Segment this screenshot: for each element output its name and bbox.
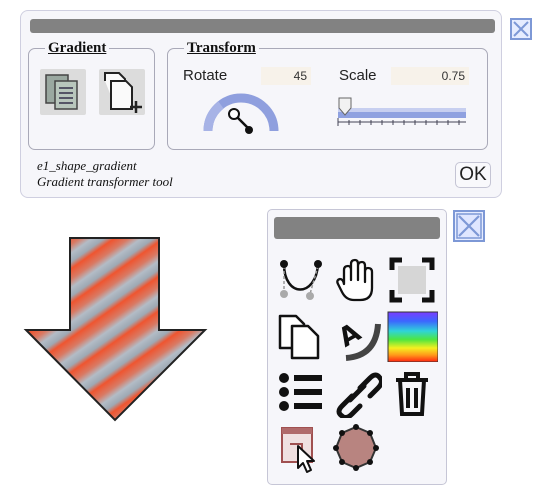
fit-view-tool-button[interactable] bbox=[386, 254, 438, 306]
transform-legend: Transform bbox=[187, 40, 256, 56]
select-window-icon bbox=[281, 427, 315, 473]
list-tool-button[interactable] bbox=[274, 366, 326, 418]
tool-palette: A bbox=[267, 209, 447, 485]
link-tool-button[interactable] bbox=[330, 366, 382, 418]
palette-titlebar[interactable] bbox=[274, 217, 440, 239]
copy-tool-button[interactable] bbox=[274, 310, 326, 362]
pan-tool-button[interactable] bbox=[330, 254, 382, 306]
gradient-legend: Gradient bbox=[48, 40, 107, 56]
description-line-1: e1_shape_gradient bbox=[37, 158, 137, 173]
ok-button[interactable]: OK bbox=[455, 162, 491, 188]
palette-close-button[interactable] bbox=[453, 210, 485, 242]
copy-gradient-button[interactable] bbox=[40, 69, 86, 115]
fit-to-view-icon bbox=[389, 257, 435, 303]
list-icon bbox=[279, 373, 322, 411]
text-on-path-tool-button[interactable]: A bbox=[330, 310, 382, 362]
dialog-close-button[interactable] bbox=[510, 18, 532, 40]
rotate-dial[interactable] bbox=[201, 89, 281, 137]
gradient-transform-dialog: Gradient Transform Rotate 45 Scale 0.75 … bbox=[20, 10, 502, 198]
text-on-path-icon: A bbox=[334, 317, 381, 361]
scale-slider[interactable] bbox=[335, 96, 467, 128]
bezier-tool-button[interactable] bbox=[274, 254, 326, 306]
link-icon bbox=[336, 372, 382, 418]
copy-icon bbox=[278, 314, 320, 360]
color-spectrum-icon bbox=[387, 311, 438, 362]
polygon-tool-button[interactable] bbox=[330, 422, 382, 474]
gradient-group: Gradient bbox=[28, 40, 155, 150]
scale-value[interactable]: 0.75 bbox=[391, 67, 469, 85]
rotate-label: Rotate bbox=[183, 67, 228, 84]
svg-text:A: A bbox=[334, 317, 366, 353]
gradient-arrow-shape[interactable] bbox=[22, 234, 212, 426]
trash-icon bbox=[396, 372, 428, 416]
new-document-icon bbox=[104, 72, 142, 113]
delete-tool-button[interactable] bbox=[386, 366, 438, 418]
color-spectrum-tool-button[interactable] bbox=[386, 310, 438, 362]
close-icon bbox=[456, 213, 482, 239]
bezier-curve-icon bbox=[280, 260, 322, 300]
new-gradient-button[interactable] bbox=[99, 69, 145, 115]
dialog-titlebar[interactable] bbox=[30, 19, 495, 33]
description-line-2: Gradient transformer tool bbox=[37, 174, 173, 189]
copy-gradient-icon bbox=[45, 74, 78, 110]
select-window-tool-button[interactable] bbox=[274, 422, 326, 474]
hand-icon bbox=[336, 258, 374, 302]
polygon-icon bbox=[333, 424, 379, 471]
scale-label: Scale bbox=[339, 67, 377, 84]
rotate-value[interactable]: 45 bbox=[261, 67, 311, 85]
close-icon bbox=[513, 21, 529, 37]
